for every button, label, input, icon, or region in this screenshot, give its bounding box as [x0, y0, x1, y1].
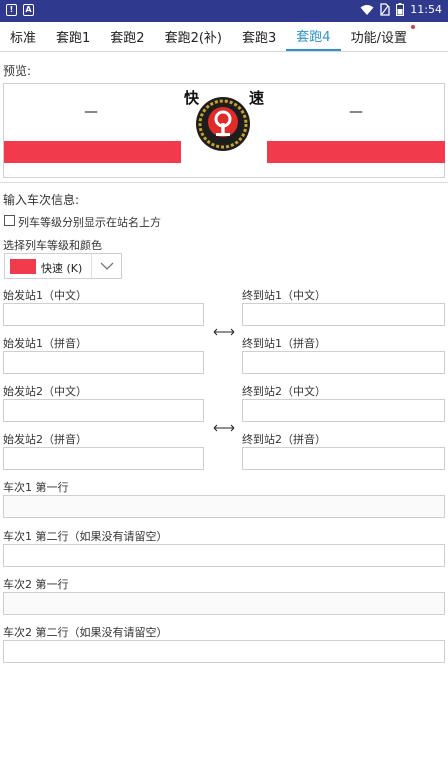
start1-cn-field[interactable]: [3, 303, 204, 326]
notification-icon: !: [6, 4, 17, 16]
start2-cn-label: 始发站2（中文）: [3, 385, 87, 398]
grade-above-station-label: 列车等级分别显示在站名上方: [18, 216, 161, 229]
tab-combo-3[interactable]: 套跑3: [232, 21, 286, 51]
grade-color-swatch: [10, 259, 36, 274]
end1-cn-label: 终到站1（中文）: [242, 289, 326, 302]
tab-combo-1[interactable]: 套跑1: [46, 21, 100, 51]
chevron-down-icon: [100, 262, 113, 270]
dropdown-arrow[interactable]: [91, 254, 121, 278]
train2-line2-input[interactable]: [4, 642, 444, 663]
train2-line2-field[interactable]: [3, 640, 445, 663]
start1-cn-label: 始发站1（中文）: [3, 289, 87, 302]
system-icons: 11:54: [360, 3, 442, 16]
end1-py-field[interactable]: [242, 351, 445, 374]
start2-py-field[interactable]: [3, 447, 204, 470]
new-badge-dot: [410, 25, 415, 29]
battery-icon: [396, 3, 405, 16]
train1-line2-input[interactable]: [4, 546, 444, 567]
train2-line1-field[interactable]: [3, 592, 445, 615]
preview-color-bar-right: [267, 141, 445, 163]
status-bar: ! A 11:54: [0, 0, 448, 22]
wifi-icon: [360, 4, 374, 15]
swap-stations-2-icon[interactable]: [213, 423, 235, 433]
no-sim-icon: [380, 3, 390, 16]
start1-py-field[interactable]: [3, 351, 204, 374]
start2-py-input[interactable]: [4, 449, 203, 470]
preview-end-placeholder: —: [349, 104, 363, 120]
preview-color-bar-left: [4, 141, 181, 163]
train2-line1-label: 车次2 第一行: [3, 578, 69, 591]
train1-line2-field[interactable]: [3, 544, 445, 567]
end2-cn-label: 终到站2（中文）: [242, 385, 326, 398]
start1-cn-input[interactable]: [4, 305, 203, 326]
train2-line2-label: 车次2 第二行（如果没有请留空）: [3, 626, 168, 639]
tab-combo-2[interactable]: 套跑2: [100, 21, 154, 51]
grade-above-station-checkbox[interactable]: [4, 215, 15, 226]
start2-cn-field[interactable]: [3, 399, 204, 422]
tab-settings-label: 功能/设置: [350, 30, 407, 46]
tab-standard[interactable]: 标准: [0, 21, 46, 51]
tab-settings[interactable]: 功能/设置: [341, 21, 417, 51]
notification-icons: ! A: [6, 4, 34, 16]
app-notification-icon: A: [23, 4, 34, 16]
grade-select-label: 选择列车等级和颜色: [3, 239, 102, 252]
train1-line1-label: 车次1 第一行: [3, 481, 69, 494]
end2-cn-field[interactable]: [242, 399, 445, 422]
train1-line2-label: 车次1 第二行（如果没有请留空）: [3, 530, 168, 543]
train1-line1-input[interactable]: [4, 497, 444, 518]
clock: 11:54: [410, 3, 442, 16]
tab-combo-2-extra[interactable]: 套跑2(补): [155, 21, 232, 51]
end2-cn-input[interactable]: [243, 401, 444, 422]
start1-py-input[interactable]: [4, 353, 203, 374]
end2-py-field[interactable]: [242, 447, 445, 470]
train1-line1-field[interactable]: [3, 495, 445, 518]
start2-py-label: 始发站2（拼音）: [3, 433, 87, 446]
railway-logo-icon: [196, 97, 250, 151]
train2-line1-input[interactable]: [4, 594, 444, 615]
start1-py-label: 始发站1（拼音）: [3, 337, 87, 350]
preview-start-placeholder: —: [84, 104, 98, 120]
end1-py-input[interactable]: [243, 353, 444, 374]
preview-divider: [0, 182, 448, 183]
end1-cn-input[interactable]: [243, 305, 444, 326]
tab-bar: 标准 套跑1 套跑2 套跑2(补) 套跑3 套跑4 功能/设置: [0, 22, 448, 52]
start2-cn-input[interactable]: [4, 401, 203, 422]
train-grade-select[interactable]: 快速 (K): [4, 253, 122, 279]
ticket-preview: 快 速 — —: [3, 83, 445, 178]
end1-cn-field[interactable]: [242, 303, 445, 326]
end2-py-label: 终到站2（拼音）: [242, 433, 326, 446]
form-section-title: 输入车次信息:: [3, 193, 80, 207]
end2-py-input[interactable]: [243, 449, 444, 470]
tab-combo-4[interactable]: 套跑4: [286, 21, 341, 51]
preview-title: 预览:: [3, 64, 32, 78]
grade-selected-value: 快速 (K): [41, 262, 83, 275]
end1-py-label: 终到站1（拼音）: [242, 337, 326, 350]
swap-stations-1-icon[interactable]: [213, 327, 235, 337]
